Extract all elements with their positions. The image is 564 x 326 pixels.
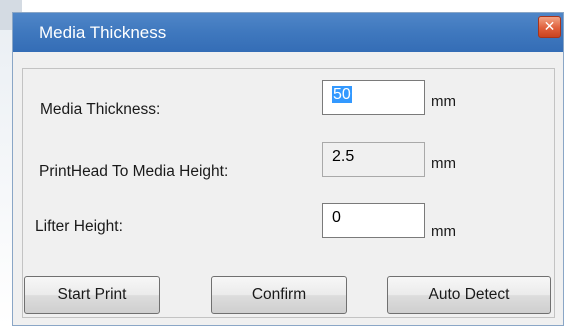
media-thickness-dialog: Media Thickness ✕ Media Thickness: 50 mm… [12,12,564,326]
printhead-height-value: 2.5 [332,148,355,165]
confirm-button[interactable]: Confirm [211,276,347,314]
media-thickness-value: 50 [332,86,352,103]
start-print-button[interactable]: Start Print [24,276,160,314]
media-thickness-unit: mm [431,93,456,110]
auto-detect-button[interactable]: Auto Detect [387,276,551,314]
lifter-height-input[interactable]: 0 [322,203,425,238]
lifter-height-label: Lifter Height: [35,218,123,235]
dialog-title: Media Thickness [39,23,167,42]
printhead-height-input: 2.5 [322,142,425,177]
media-thickness-input[interactable]: 50 [322,80,425,115]
close-button[interactable]: ✕ [538,16,561,38]
lifter-height-value: 0 [332,209,341,226]
lifter-height-unit: mm [431,223,456,240]
media-thickness-label: Media Thickness: [40,101,161,118]
printhead-height-unit: mm [431,155,456,172]
close-icon: ✕ [543,19,556,35]
title-bar[interactable]: Media Thickness ✕ [13,13,563,52]
printhead-height-label: PrintHead To Media Height: [39,163,229,180]
